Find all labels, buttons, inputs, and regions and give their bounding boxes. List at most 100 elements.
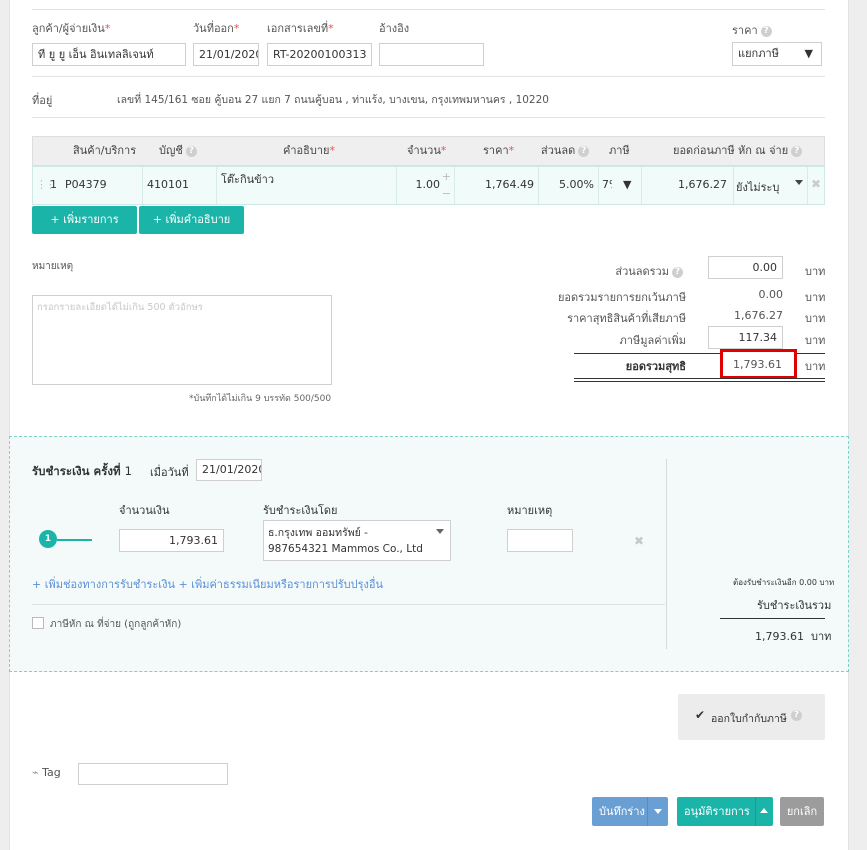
amount-label: จำนวนเงิน (119, 504, 170, 517)
approve-button[interactable]: อนุมัติรายการ (677, 797, 773, 826)
minus-icon[interactable]: − (442, 187, 451, 200)
currency-label: บาท (805, 312, 826, 325)
row-withholding[interactable]: ยังไม่ระบุ (734, 167, 808, 204)
chevron-down-icon (436, 529, 444, 534)
add-channel-link[interactable]: + เพิ่มช่องทางการรับชำระเงิน (32, 578, 175, 591)
grand-total-value: 1,793.61 (733, 358, 782, 371)
row-tax[interactable]: 7% ▼ (599, 167, 642, 204)
doc-no-label: เอกสารเลขที่* (267, 22, 334, 35)
row-description[interactable]: โต๊ะกินข้าว (217, 167, 397, 204)
notes-placeholder: กรอกรายละเอียดได้ไม่เกิน 500 ตัวอักษร (37, 302, 203, 313)
remove-payment-icon[interactable]: ✖ (634, 534, 644, 548)
payment-date-input[interactable]: 21/01/2020 (196, 459, 262, 481)
chevron-up-icon[interactable] (760, 808, 768, 813)
chevron-down-icon[interactable] (654, 809, 662, 814)
remaining-text: ต้องรับชำระเงินอีก 0.00 บาท (733, 578, 835, 587)
issue-date-input[interactable]: 21/01/2020 (193, 43, 259, 66)
payment-method-select[interactable]: ธ.กรุงเทพ ออมทรัพย์ - 987654321 Mammos C… (263, 520, 451, 561)
save-draft-button[interactable]: บันทึกร่าง (592, 797, 668, 826)
col-price: ราคา* (483, 144, 515, 157)
plus-icon[interactable]: + (442, 170, 451, 183)
row-quantity[interactable]: 1.00 + − (397, 167, 455, 204)
add-description-button[interactable]: + เพิ่มคำอธิบาย (139, 206, 244, 234)
customer-input[interactable]: ที ยู ยู เอ็น อินเทลลิเจนท์ (32, 43, 186, 66)
withholding-value: ยังไม่ระบุ (736, 181, 780, 194)
remove-row-icon[interactable]: ✖ (811, 177, 821, 191)
payment-title: รับชำระเงิน ครั้งที่ 1 (32, 464, 132, 478)
currency-label: บาท (805, 334, 826, 347)
currency-label: บาท (805, 360, 826, 373)
checkmark-icon[interactable]: ✔ (695, 708, 705, 722)
doc-no-input[interactable]: RT-20200100313 (267, 43, 372, 66)
row-number: 1 (50, 178, 57, 191)
table-row: ⋮⋮ 1 P04379 410101 โต๊ะกินข้าว 1.00 + − … (32, 166, 825, 205)
vat-input[interactable]: 117.34 (708, 326, 783, 349)
button-separator (755, 797, 756, 826)
payment-amount-input[interactable]: 1,793.61 (119, 529, 224, 552)
payment-round-number: 1 (124, 464, 132, 478)
row-pretax-total: 1,676.27 (642, 167, 734, 204)
notes-hint: *บันทึกได้ไม่เกิน 9 บรรทัด 500/500 (189, 394, 332, 404)
col-quantity: จำนวน* (407, 144, 447, 157)
payment-date-label: เมื่อวันที่ (150, 466, 189, 479)
col-account: บัญชี? (159, 137, 197, 165)
help-icon: ? (672, 266, 683, 278)
col-pretax-total: ยอดก่อนภาษี (673, 144, 735, 157)
issue-date-label: วันที่ออก* (193, 22, 240, 35)
add-payment-links: + เพิ่มช่องทางการรับชำระเงิน + เพิ่มค่าธ… (32, 575, 383, 593)
grand-total-highlight: 1,793.61 (720, 349, 797, 379)
cancel-button[interactable]: ยกเลิก (780, 797, 824, 826)
help-icon: ? (185, 145, 197, 157)
vat-label: ภาษีมูลค่าเพิ่ม (619, 334, 686, 347)
notes-label: หมายเหตุ (32, 261, 74, 272)
quantity-value: 1.00 (415, 178, 441, 191)
dropdown-arrow-icon: ▼ (623, 178, 632, 191)
row-discount[interactable]: 5.00% (539, 167, 599, 204)
currency-label: บาท (810, 630, 832, 643)
help-icon: ? (760, 25, 772, 37)
row-account[interactable]: 410101 (143, 167, 217, 204)
tag-input[interactable] (78, 763, 228, 785)
col-tax: ภาษี (609, 144, 630, 157)
withholding-checkbox[interactable] (32, 617, 44, 629)
address-value: เลขที่ 145/161 ซอย คู้บอน 27 แยก 7 ถนนคู… (117, 94, 549, 106)
divider (32, 117, 825, 118)
tag-label: ⌁ Tag (32, 766, 61, 779)
exempt-total-value: 0.00 (758, 288, 784, 301)
add-item-button[interactable]: + เพิ่มรายการ (32, 206, 137, 234)
step-badge: 1 (39, 530, 57, 548)
double-rule-2 (574, 381, 825, 382)
col-item: สินค้า/บริการ (73, 144, 137, 157)
col-withholding: หัก ณ จ่าย? (738, 137, 803, 165)
method-line-2: 987654321 Mammos Co., Ltd (268, 543, 423, 555)
col-discount: ส่วนลด? (541, 137, 590, 165)
row-item[interactable]: P04379 (61, 167, 143, 204)
row-price[interactable]: 1,764.49 (455, 167, 539, 204)
step-connector (57, 539, 92, 541)
taxable-total-value: 1,676.27 (734, 309, 783, 322)
payment-note-input[interactable] (507, 529, 573, 552)
tax-invoice-label: ออกใบกำกับภาษี (711, 713, 787, 725)
notes-textarea[interactable]: กรอกรายละเอียดได้ไม่เกิน 500 ตัวอักษร (32, 295, 332, 385)
method-label: รับชำระเงินโดย (263, 504, 338, 517)
reference-input[interactable] (379, 43, 484, 66)
discount-total-label: ส่วนลดรวม? (540, 262, 683, 280)
chevron-down-icon (795, 180, 803, 185)
price-type-select[interactable]: แยกภาษี ▼ (732, 42, 822, 66)
currency-label: บาท (805, 265, 826, 278)
total-received-value: 1,793.61 บาท (755, 630, 832, 643)
currency-label: บาท (805, 291, 826, 304)
help-icon: ? (578, 145, 590, 157)
add-fee-link[interactable]: + เพิ่มค่าธรรมเนียมหรือรายการปรับปรุงอื่… (178, 578, 383, 591)
payment-divider (666, 459, 667, 649)
approve-label: อนุมัติรายการ (684, 805, 750, 818)
help-icon: ? (791, 145, 803, 157)
discount-total-input[interactable]: 0.00 (708, 256, 783, 279)
address-label: ที่อยู่ (32, 94, 53, 107)
row-handle: ⋮⋮ 1 (33, 167, 61, 204)
col-description: คำอธิบาย* (283, 144, 335, 157)
method-line-1: ธ.กรุงเทพ ออมทรัพย์ - (268, 527, 368, 539)
price-label: ราคา? (732, 21, 772, 39)
tax-value: 7% (602, 178, 612, 191)
save-draft-label: บันทึกร่าง (599, 805, 645, 818)
